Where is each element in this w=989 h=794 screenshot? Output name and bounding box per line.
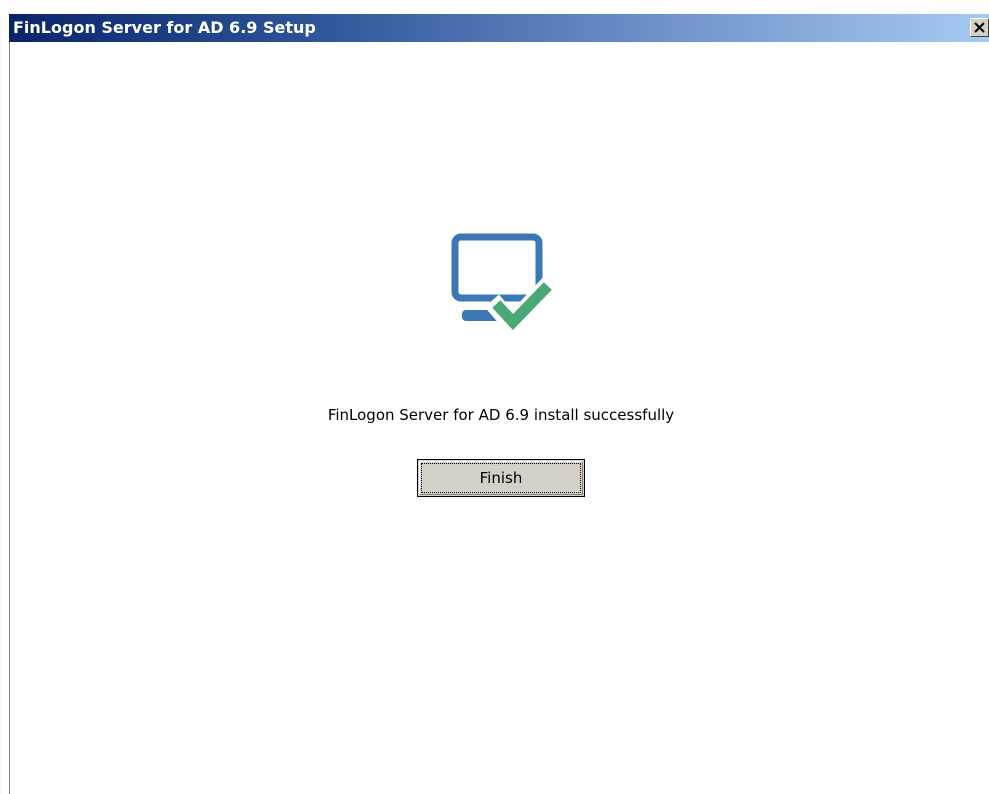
close-button[interactable] — [970, 18, 989, 37]
finish-button[interactable]: Finish — [417, 459, 585, 497]
close-icon — [974, 22, 985, 33]
setup-window: FinLogon Server for AD 6.9 Setup FinLogo… — [0, 0, 989, 794]
content-area: FinLogon Server for AD 6.9 install succe… — [10, 42, 989, 794]
monitor-check-icon — [451, 233, 560, 337]
window-left-frame — [0, 14, 9, 794]
window-title: FinLogon Server for AD 6.9 Setup — [13, 18, 316, 37]
title-bar[interactable]: FinLogon Server for AD 6.9 Setup — [9, 14, 989, 42]
install-success-message: FinLogon Server for AD 6.9 install succe… — [327, 406, 675, 424]
finish-button-label: Finish — [421, 463, 581, 493]
